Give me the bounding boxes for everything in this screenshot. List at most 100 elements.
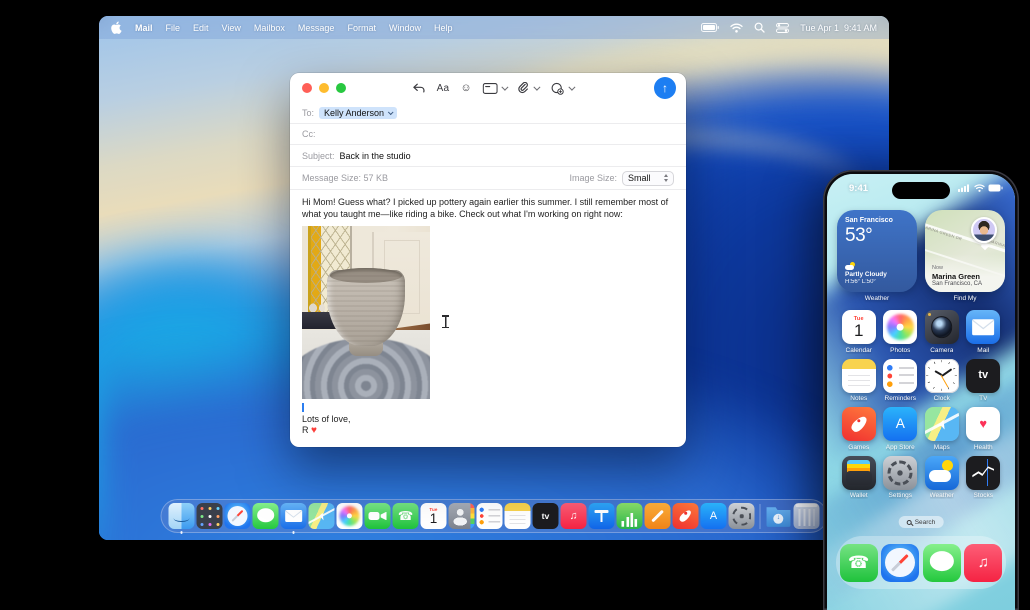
phone-app-weather[interactable]: Weather xyxy=(921,455,962,499)
phone-dock-messages-icon[interactable] xyxy=(922,543,961,582)
menu-view[interactable]: View xyxy=(222,23,241,33)
phone-dock-phone-icon[interactable] xyxy=(839,543,878,582)
dock-item-calendar[interactable]: Tue 1 xyxy=(420,503,447,529)
menu-mailbox[interactable]: Mailbox xyxy=(254,23,285,33)
dock-item-music[interactable] xyxy=(560,503,587,529)
phone-app-appstore[interactable]: App Store xyxy=(880,407,921,451)
stepper-icon xyxy=(656,174,668,182)
phone-app-health[interactable]: Health xyxy=(963,407,1004,451)
phone-dock-safari-icon[interactable] xyxy=(881,543,920,582)
weather-icon xyxy=(924,455,959,490)
dock-item-tv[interactable] xyxy=(532,503,559,529)
findmy-location: Marina Green xyxy=(932,271,980,281)
iphone: 9:41 San Francisco 53° Partly Cloudy H:5… xyxy=(823,170,1019,610)
apple-menu-icon[interactable] xyxy=(111,21,122,34)
dock-item-numbers[interactable] xyxy=(616,503,643,529)
menu-window[interactable]: Window xyxy=(389,23,421,33)
battery-icon[interactable] xyxy=(701,23,720,32)
dock-item-pages[interactable] xyxy=(644,503,671,529)
dock-item-maps[interactable] xyxy=(308,503,335,529)
dock-item-facetime[interactable] xyxy=(364,503,391,529)
to-field[interactable]: To: Kelly Anderson xyxy=(290,103,686,124)
pottery-photo-attachment[interactable] xyxy=(302,226,430,400)
app-label: Photos xyxy=(890,346,911,354)
menu-mail[interactable]: Mail xyxy=(135,23,153,33)
dock-item-downloads[interactable] xyxy=(766,503,792,529)
dock-item-launchpad[interactable] xyxy=(196,503,223,529)
phone-app-clock[interactable]: Clock xyxy=(921,358,962,402)
menu-edit[interactable]: Edit xyxy=(193,23,209,33)
menu-clock[interactable]: Tue Apr 1 9:41 AM xyxy=(800,23,877,33)
phone-app-maps[interactable]: Maps xyxy=(921,407,962,451)
phone-app-games[interactable]: Games xyxy=(838,407,879,451)
weather-city: San Francisco xyxy=(845,217,893,224)
dock-item-settings[interactable] xyxy=(728,503,755,529)
control-center-icon[interactable] xyxy=(776,22,790,33)
weather-widget-label: Weather xyxy=(864,295,890,302)
phone-icon xyxy=(392,503,419,529)
phone-app-mail[interactable]: Mail xyxy=(963,310,1004,354)
menu-file[interactable]: File xyxy=(166,23,181,33)
phone-app-notes[interactable]: Notes xyxy=(838,358,879,402)
undo-button[interactable] xyxy=(412,83,426,94)
notes-icon xyxy=(841,358,876,393)
dock-item-trash[interactable] xyxy=(793,503,820,529)
header-fields-button[interactable] xyxy=(482,82,508,94)
dock-item-contacts[interactable] xyxy=(448,503,475,529)
phone-app-reminders[interactable]: Reminders xyxy=(880,358,921,402)
dock-item-notes[interactable] xyxy=(504,503,531,529)
dock-item-keynote[interactable] xyxy=(588,503,615,529)
insert-photo-button[interactable] xyxy=(551,82,575,95)
phone-app-photos[interactable]: Photos xyxy=(880,310,921,354)
dock-item-mail[interactable] xyxy=(280,503,307,534)
reminders-icon xyxy=(883,358,918,393)
search-icon[interactable] xyxy=(754,22,765,33)
dock-item-messages[interactable] xyxy=(252,503,279,529)
zoom-button[interactable] xyxy=(336,83,346,93)
message-body-editor[interactable]: Hi Mom! Guess what? I picked up pottery … xyxy=(290,190,686,445)
menu-message[interactable]: Message xyxy=(298,23,335,33)
cc-field[interactable]: Cc: xyxy=(290,124,686,145)
phone-dock xyxy=(836,536,1006,589)
format-button[interactable]: Aa xyxy=(437,83,450,94)
find-my-widget[interactable]: MARINA GREEN DR MARINA BLV Now Marina Gr… xyxy=(925,210,1005,292)
spotlight-search-pill[interactable]: Search xyxy=(898,516,944,528)
dock-item-safari[interactable] xyxy=(224,503,251,529)
pages-icon xyxy=(644,503,671,529)
close-button[interactable] xyxy=(302,83,312,93)
subject-field[interactable]: Subject: Back in the studio xyxy=(290,145,686,167)
phone-dock-music-icon[interactable] xyxy=(964,543,1003,582)
attachment-button[interactable] xyxy=(518,81,541,95)
phone-app-camera[interactable]: Camera xyxy=(921,310,962,354)
dock-item-finder[interactable] xyxy=(168,503,195,534)
mail-icon xyxy=(280,503,307,529)
phone-clock: 9:41 xyxy=(849,183,869,194)
chevron-down-icon xyxy=(534,83,541,90)
menu-format[interactable]: Format xyxy=(347,23,376,33)
phone-app-wallet[interactable]: Wallet xyxy=(838,455,879,499)
image-size-select[interactable]: Small xyxy=(622,170,674,186)
maps-icon xyxy=(924,407,959,441)
music-icon xyxy=(560,503,587,529)
emoji-button[interactable]: ☺ xyxy=(460,82,471,94)
minimize-button[interactable] xyxy=(319,83,329,93)
closing-line: Lots of love, xyxy=(302,414,351,425)
send-button[interactable]: ↑ xyxy=(654,77,676,99)
menu-help[interactable]: Help xyxy=(434,23,453,33)
dock-item-phone[interactable] xyxy=(392,503,419,529)
app-label: Calendar xyxy=(845,346,872,354)
message-size-label: Message Size: 57 KB xyxy=(302,173,389,183)
phone-app-tv[interactable]: TV xyxy=(963,358,1004,402)
dock-item-reminders[interactable] xyxy=(476,503,503,529)
recipient-token[interactable]: Kelly Anderson xyxy=(319,106,398,120)
contacts-icon xyxy=(448,503,475,529)
wifi-icon[interactable] xyxy=(730,23,743,33)
phone-app-settings[interactable]: Settings xyxy=(880,455,921,499)
phone-app-calendar[interactable]: Tue 1 Calendar xyxy=(838,310,879,354)
dock-item-photos[interactable] xyxy=(336,503,363,529)
search-icon xyxy=(906,519,912,525)
phone-app-stocks[interactable]: Stocks xyxy=(963,455,1004,499)
dock-item-games[interactable] xyxy=(672,503,699,529)
weather-widget[interactable]: San Francisco 53° Partly Cloudy H:56° L:… xyxy=(837,210,917,292)
dock-item-appstore[interactable] xyxy=(700,503,727,529)
